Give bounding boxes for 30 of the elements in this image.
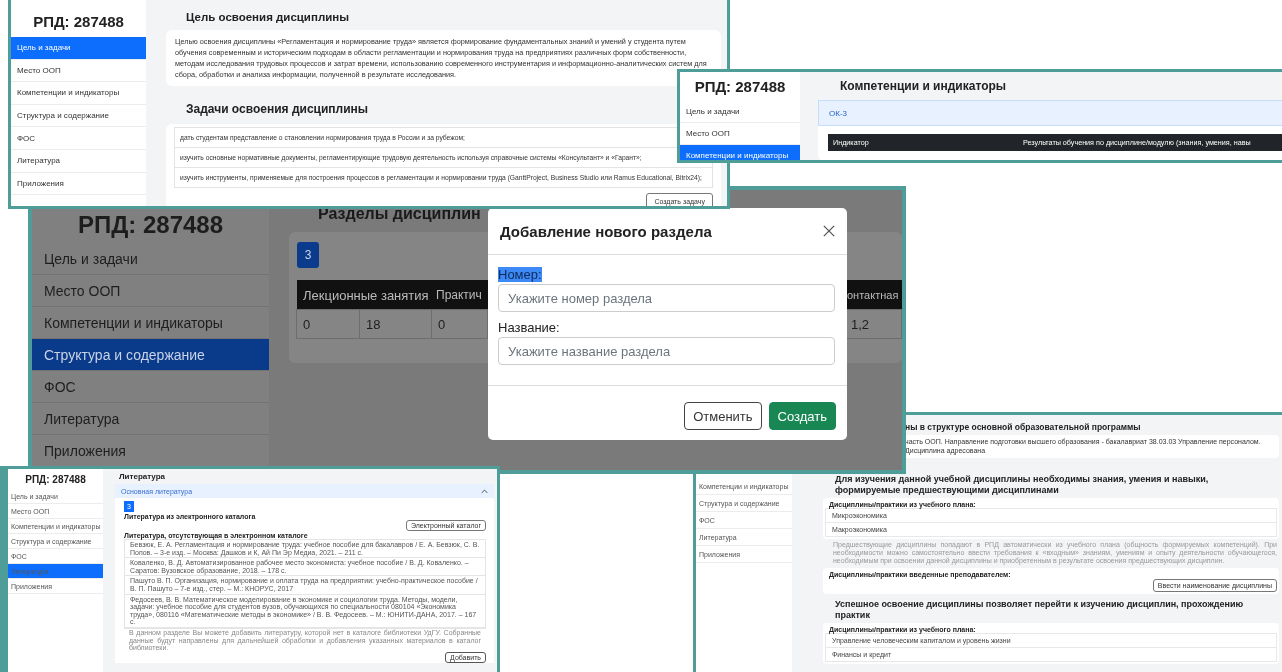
section-heading: Задачи освоения дисциплины [186,102,369,116]
section-heading: Цель освоения дисциплины [186,11,350,23]
field-label: Название: [498,320,560,335]
section-heading: Компетенции и индикаторы [840,79,1007,93]
section-heading: Литература [119,472,166,481]
section-heading: Для изучения данной учебной дисциплины необходимы знания, умения и навыки, формируемые предшествующими дисциплинами [835,474,1210,496]
column-header: Практич [432,280,488,310]
create-button[interactable]: Создать [768,402,836,430]
close-icon[interactable] [823,225,835,237]
document-title: РПД: 287488 [24,473,87,487]
input-field[interactable]: Укажите название раздела [498,337,835,365]
section-number-button[interactable]: 3 [297,242,319,268]
section-heading: Успешное освоение дисциплины позволяет перейти к изучению дисциплин, прохождению практик [835,598,1245,621]
cancel-button[interactable]: Отменить [684,402,762,430]
chevron-icon [481,488,488,494]
document-title: РПД: 287488 [76,210,225,240]
section-heading: ны в структуре основной образовательной программы [905,422,1141,432]
sidebar-item[interactable]: Структура и содержание [32,339,269,371]
sidebar-item[interactable]: Компетенции и индикаторы [680,145,800,160]
input-field[interactable]: Укажите номер раздела [498,284,835,312]
sidebar-item[interactable]: Цель и задачи [11,37,146,60]
table-cell: 0 [296,309,360,339]
column-header: онтактная [845,280,902,310]
document-title: РПД: 287488 [32,12,125,32]
dialog-title: Добавление нового раздела [500,222,712,240]
column-header: Лекционные занятия [297,280,432,310]
competence-accordion[interactable]: ОК-3 [818,100,1282,126]
section-heading: Разделы дисциплин [318,205,481,223]
table-cell: 18 [359,309,432,339]
field-label: Номер: [498,267,542,282]
